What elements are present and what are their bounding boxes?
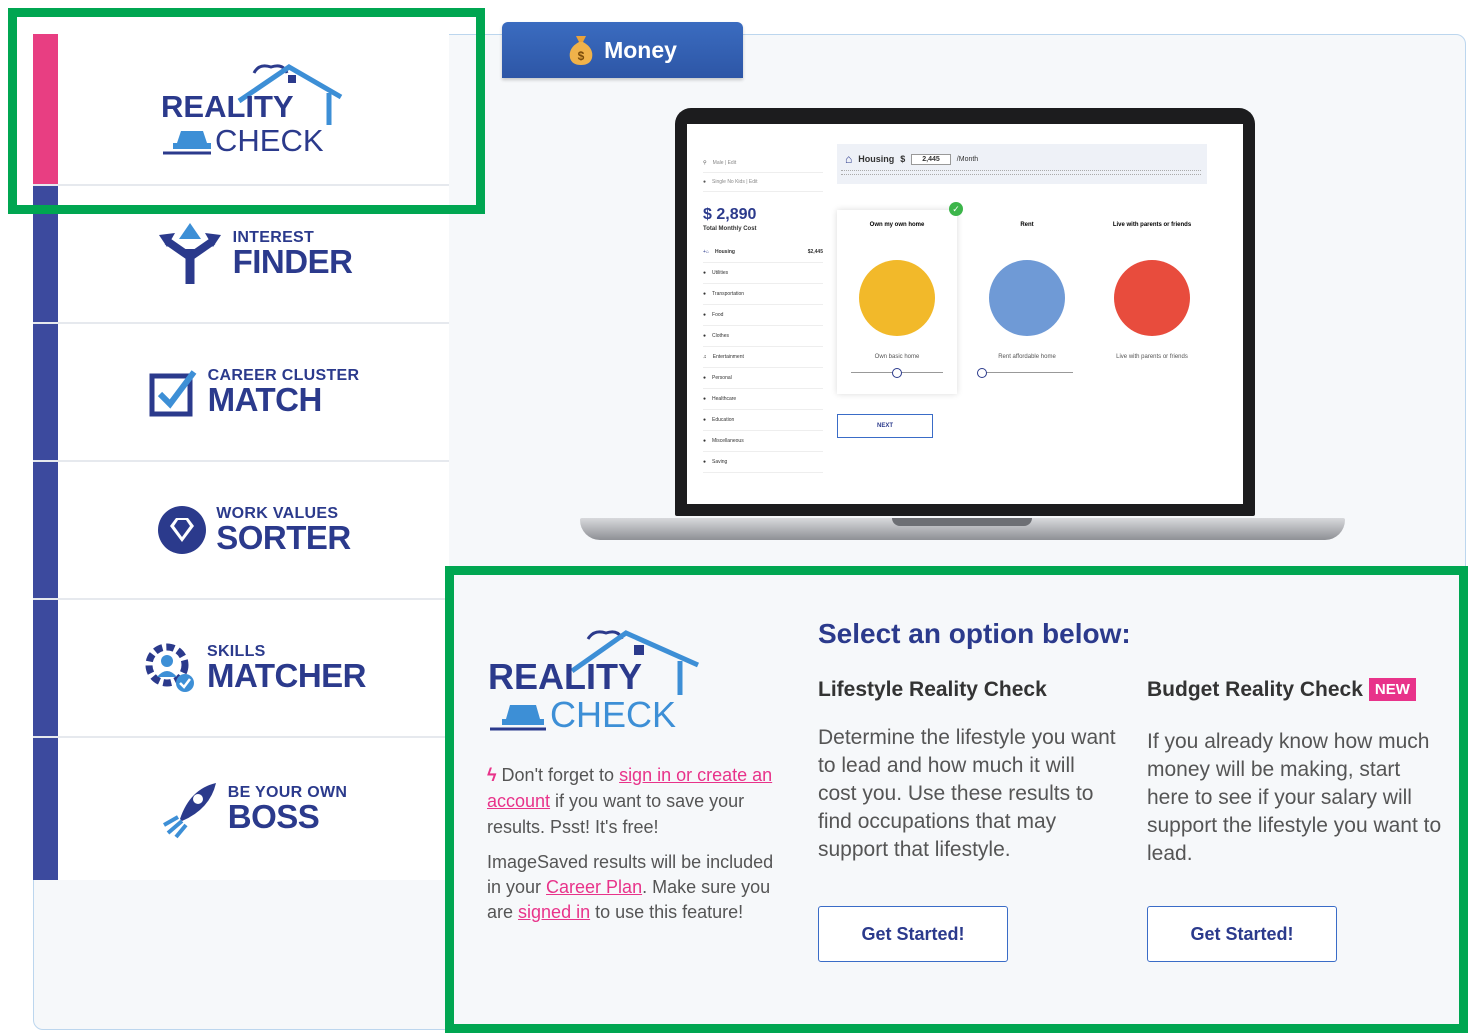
- tab-money-label: Money: [604, 36, 677, 63]
- preview-option-own: Own my own home Own basic home ✓: [837, 202, 963, 394]
- logo-big-text: MATCH: [207, 381, 323, 418]
- budget-get-started-button[interactable]: Get Started!: [1147, 906, 1337, 962]
- laptop-notch: [892, 518, 1032, 526]
- preview-total-label: Total Monthly Cost: [703, 226, 757, 232]
- logo-big-text: FINDER: [232, 243, 353, 280]
- signin-reminder: ϟ Don't forget to sign in or create an a…: [487, 765, 773, 837]
- logo-text-bottom: CHECK: [215, 123, 324, 158]
- budget-title: Budget Reality Check: [1147, 678, 1363, 701]
- laptop-preview: ⚲ Male | Edit ● Single No Kids | Edit $ 2,…: [580, 108, 1345, 548]
- reality-check-logo: REALITY CHECK: [161, 64, 342, 158]
- logo-big-text: SORTER: [216, 519, 351, 556]
- preview-housing-label: Housing: [858, 154, 895, 164]
- preview-option-parents: Live with parents or friends Live with p…: [1112, 222, 1192, 360]
- lifestyle-title: Lifestyle Reality Check: [818, 678, 1047, 701]
- gear-person-icon: [145, 643, 194, 692]
- reality-check-main-logo: REALITY CHECK: [488, 630, 700, 735]
- rocket-icon: [162, 783, 216, 839]
- preview-screen: ⚲ Male | Edit ● Single No Kids | Edit $ 2,…: [687, 124, 1243, 504]
- checkbox-icon: [149, 370, 197, 417]
- signed-in-link[interactable]: signed in: [518, 902, 590, 922]
- sidebar-item-skills-matcher[interactable]: SKILLS MATCHER: [33, 600, 449, 738]
- split-arrows-icon: [158, 223, 221, 284]
- new-badge: NEW: [1368, 678, 1416, 701]
- logo-big-text: MATCHER: [206, 657, 367, 694]
- saved-results-note: ImageSaved results will be included in y…: [487, 852, 774, 922]
- budget-description: If you already know how much money will …: [1147, 730, 1442, 865]
- svg-text:CHECK: CHECK: [550, 694, 676, 735]
- sidebar-item-career-cluster-match[interactable]: CAREER CLUSTER MATCH: [33, 324, 449, 462]
- preview-header: ⌂ Housing $ 2,445 /Month: [837, 144, 1207, 184]
- sidebar-item-be-your-own-boss[interactable]: BE YOUR OWN BOSS: [33, 738, 449, 880]
- money-bag-icon: $: [569, 36, 593, 65]
- laptop-screen-bezel: ⚲ Male | Edit ● Single No Kids | Edit $ 2,…: [675, 108, 1255, 516]
- sidebar-item-work-values-sorter[interactable]: WORK VALUES SORTER: [33, 462, 449, 600]
- logo-text-top: REALITY: [161, 89, 294, 124]
- preview-total: $ 2,890: [703, 206, 757, 223]
- lightning-icon: ϟ: [487, 765, 497, 785]
- budget-title-wrap: Budget Reality Check NEW: [1147, 678, 1416, 703]
- sidebar-item-interest-finder[interactable]: INTEREST FINDER: [33, 186, 449, 324]
- lifestyle-description: Determine the lifestyle you want to lead…: [818, 726, 1116, 861]
- career-plan-link[interactable]: Career Plan: [546, 877, 642, 897]
- preview-amount-input: 2,445: [911, 153, 951, 165]
- svg-text:REALITY: REALITY: [488, 656, 642, 697]
- svg-text:$: $: [578, 49, 585, 63]
- preview-next-button: NEXT: [837, 414, 933, 438]
- logo-big-text: BOSS: [227, 798, 320, 835]
- preview-option-rent: Rent Rent affordable home: [967, 210, 1087, 394]
- tab-money[interactable]: $ Money: [502, 22, 743, 78]
- select-option-heading: Select an option below:: [818, 618, 1131, 649]
- selected-check-icon: ✓: [949, 202, 963, 216]
- sidebar-item-reality-check[interactable]: REALITY CHECK: [33, 34, 449, 186]
- preview-sidebar: ⚲ Male | Edit ● Single No Kids | Edit $ 2,…: [703, 154, 823, 484]
- lifestyle-get-started-button[interactable]: Get Started!: [818, 906, 1008, 962]
- diamond-icon: [158, 506, 207, 554]
- tool-sidebar: REALITY CHECK INTEREST FINDER CAREER CLU…: [33, 34, 449, 880]
